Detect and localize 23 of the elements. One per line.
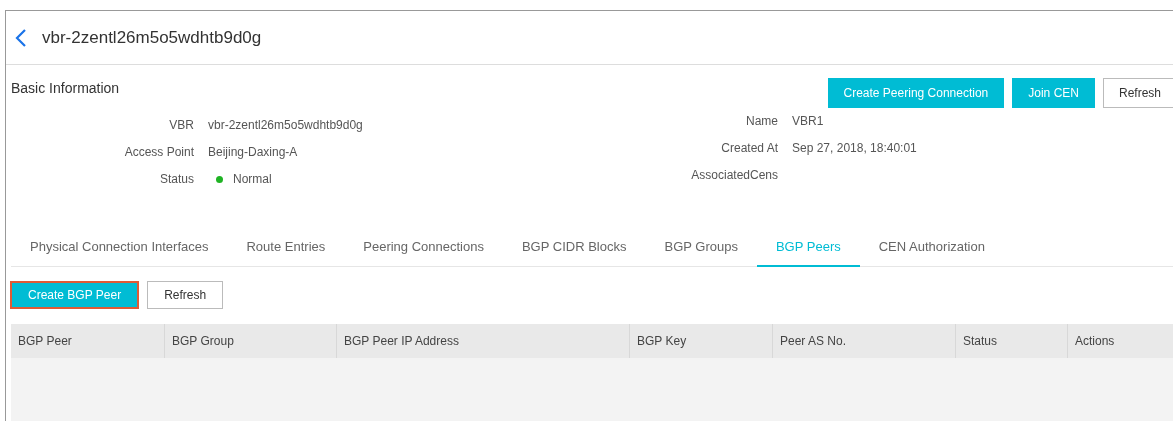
- column-header: BGP Peer: [17, 333, 73, 350]
- field-label: Name: [745, 113, 778, 129]
- field-label: AssociatedCens: [690, 167, 778, 183]
- tab[interactable]: Route Entries: [227, 230, 345, 267]
- field-label: VBR: [168, 117, 194, 133]
- field-value: vbr-2zentl26m5o5wdhtb9d0g: [208, 117, 363, 133]
- status-text: Normal: [233, 171, 272, 187]
- field-label: Access Point: [123, 144, 194, 160]
- field-value: Sep 27, 2018, 18:40:01: [792, 140, 917, 156]
- tab[interactable]: BGP CIDR Blocks: [502, 230, 646, 267]
- toolbar-button[interactable]: Refresh: [147, 281, 224, 309]
- tab[interactable]: BGP Groups: [645, 230, 757, 267]
- tab[interactable]: Peering Connections: [344, 230, 503, 267]
- field-value: Beijing-Daxing-A: [208, 144, 299, 160]
- tab[interactable]: CEN Authorization: [859, 230, 1004, 267]
- section-title: Basic Information: [11, 80, 120, 96]
- back-icon[interactable]: [14, 27, 28, 48]
- field-label: Status: [158, 171, 194, 187]
- action-button[interactable]: Refresh: [1102, 78, 1173, 108]
- tab[interactable]: Physical Connection Interfaces: [11, 230, 228, 267]
- field-value: VBR1: [792, 113, 825, 129]
- page-title: vbr-2zentl26m5o5wdhtb9d0g: [42, 27, 262, 48]
- field-label: Created At: [720, 140, 778, 156]
